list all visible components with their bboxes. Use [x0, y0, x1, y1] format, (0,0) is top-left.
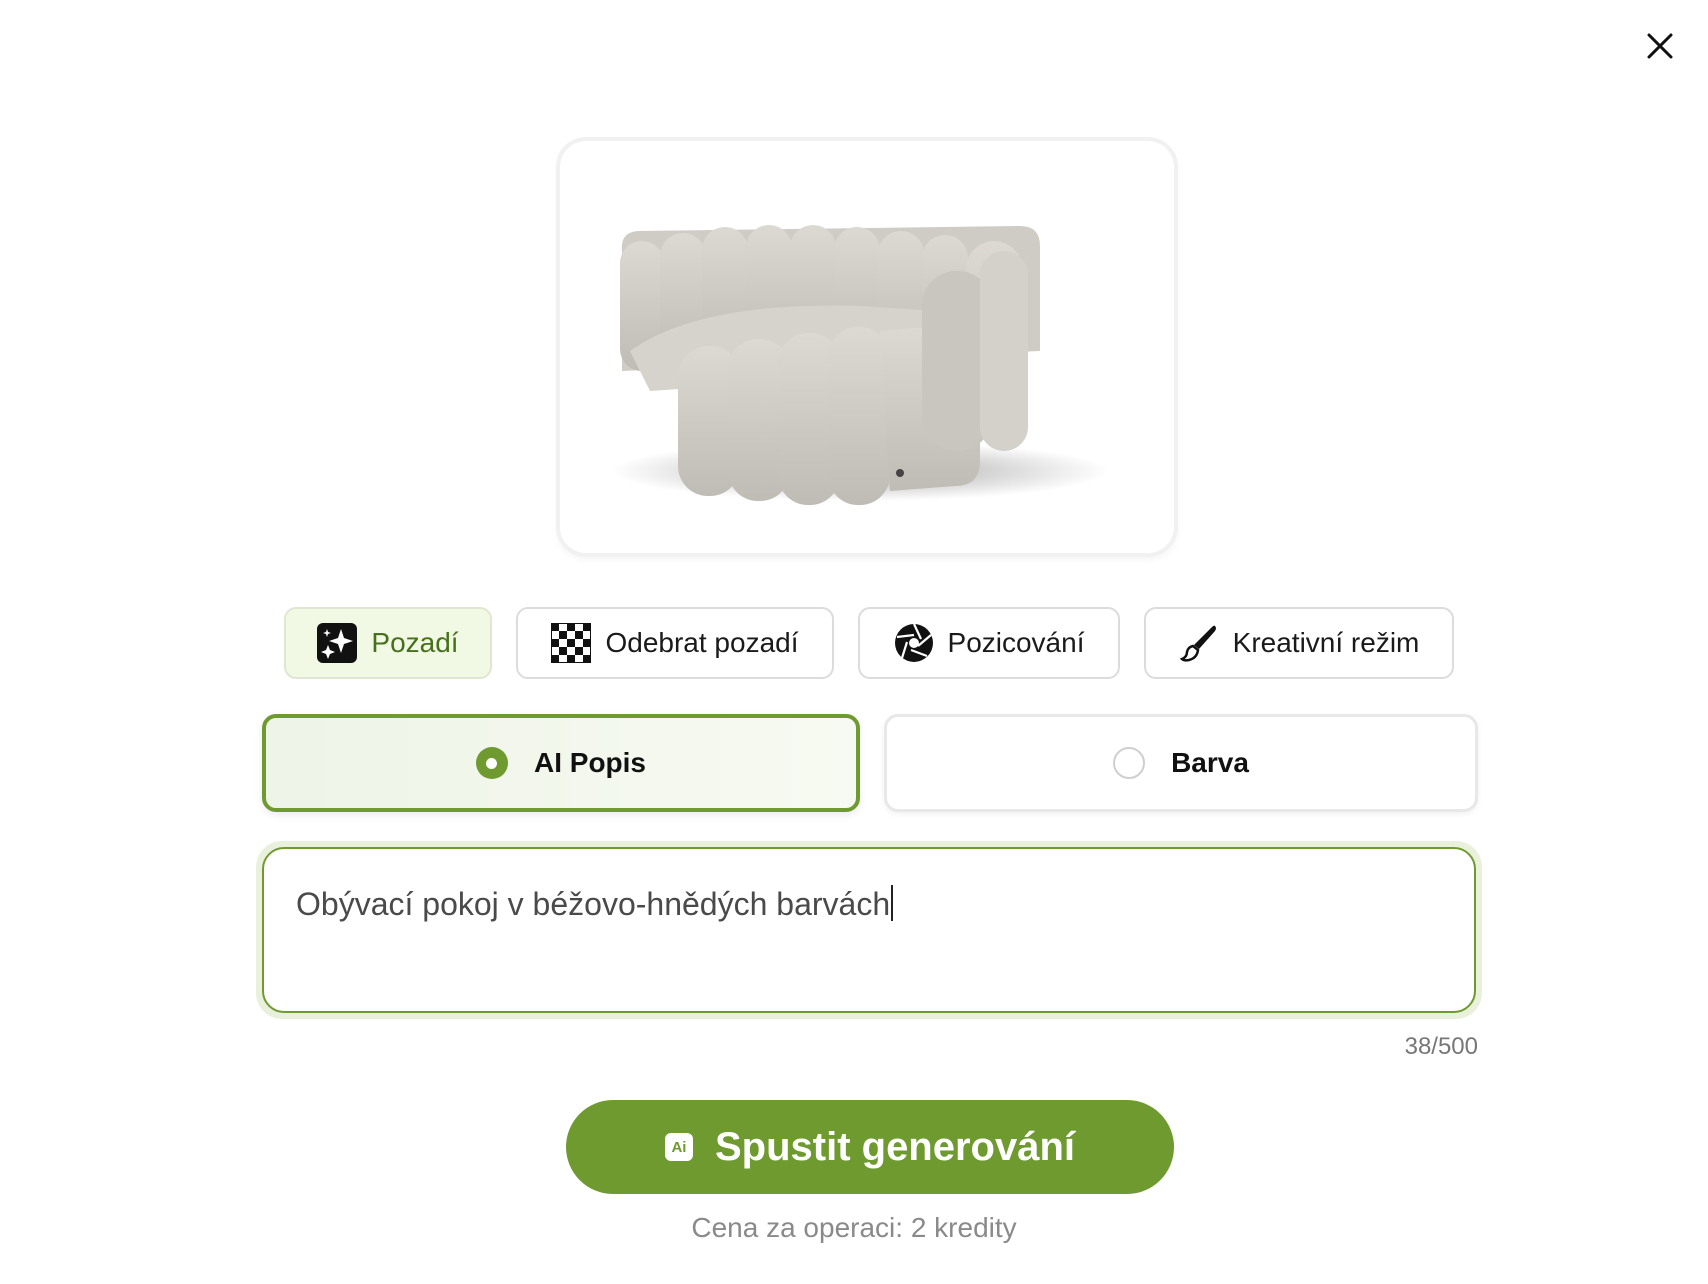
generate-button-label: Spustit generování — [714, 1124, 1076, 1169]
product-image-card — [560, 141, 1174, 553]
tab-background[interactable]: Pozadí — [284, 607, 492, 679]
close-icon — [1647, 33, 1673, 59]
prompt-text: Obývací pokoj v béžovo-hnědých barvách — [296, 886, 891, 922]
character-counter: 38/500 — [1404, 1033, 1478, 1060]
radio-color[interactable] — [1113, 747, 1146, 779]
mode-ai-description[interactable]: AI Popis — [262, 714, 860, 812]
prompt-field-focus-ring: Obývací pokoj v béžovo-hnědých barvách — [256, 841, 1482, 1019]
generate-button[interactable]: Ai Spustit generování — [566, 1100, 1174, 1194]
aperture-icon — [894, 623, 934, 663]
text-caret — [891, 885, 894, 921]
sparkles-icon — [317, 623, 358, 663]
checkerboard-icon — [551, 623, 592, 663]
tab-creative-mode-label: Kreativní režim — [1232, 627, 1420, 658]
tab-remove-background-label: Odebrat pozadí — [605, 627, 799, 658]
tab-positioning[interactable]: Pozicování — [858, 607, 1120, 679]
sofa-image — [610, 225, 1110, 505]
operation-price-note: Cena za operaci: 2 kredity — [691, 1212, 1017, 1243]
radio-ai-description[interactable] — [475, 747, 508, 779]
close-button[interactable] — [1640, 26, 1680, 66]
ai-edit-dialog: Pozadí Odebrat pozadí Pozicování Kreativ… — [0, 0, 1708, 1284]
ai-icon: Ai — [664, 1133, 693, 1161]
mode-color-label: Barva — [1171, 747, 1249, 778]
tab-positioning-label: Pozicování — [947, 627, 1085, 658]
product-preview — [560, 137, 1174, 555]
brush-icon — [1179, 623, 1219, 663]
mode-ai-description-label: AI Popis — [533, 747, 646, 778]
prompt-textarea[interactable]: Obývací pokoj v béžovo-hnědých barvách — [262, 847, 1476, 1013]
tab-background-label: Pozadí — [371, 627, 459, 658]
tab-remove-background[interactable]: Odebrat pozadí — [516, 607, 834, 679]
tab-creative-mode[interactable]: Kreativní režim — [1144, 607, 1454, 679]
mode-color[interactable]: Barva — [884, 714, 1478, 812]
